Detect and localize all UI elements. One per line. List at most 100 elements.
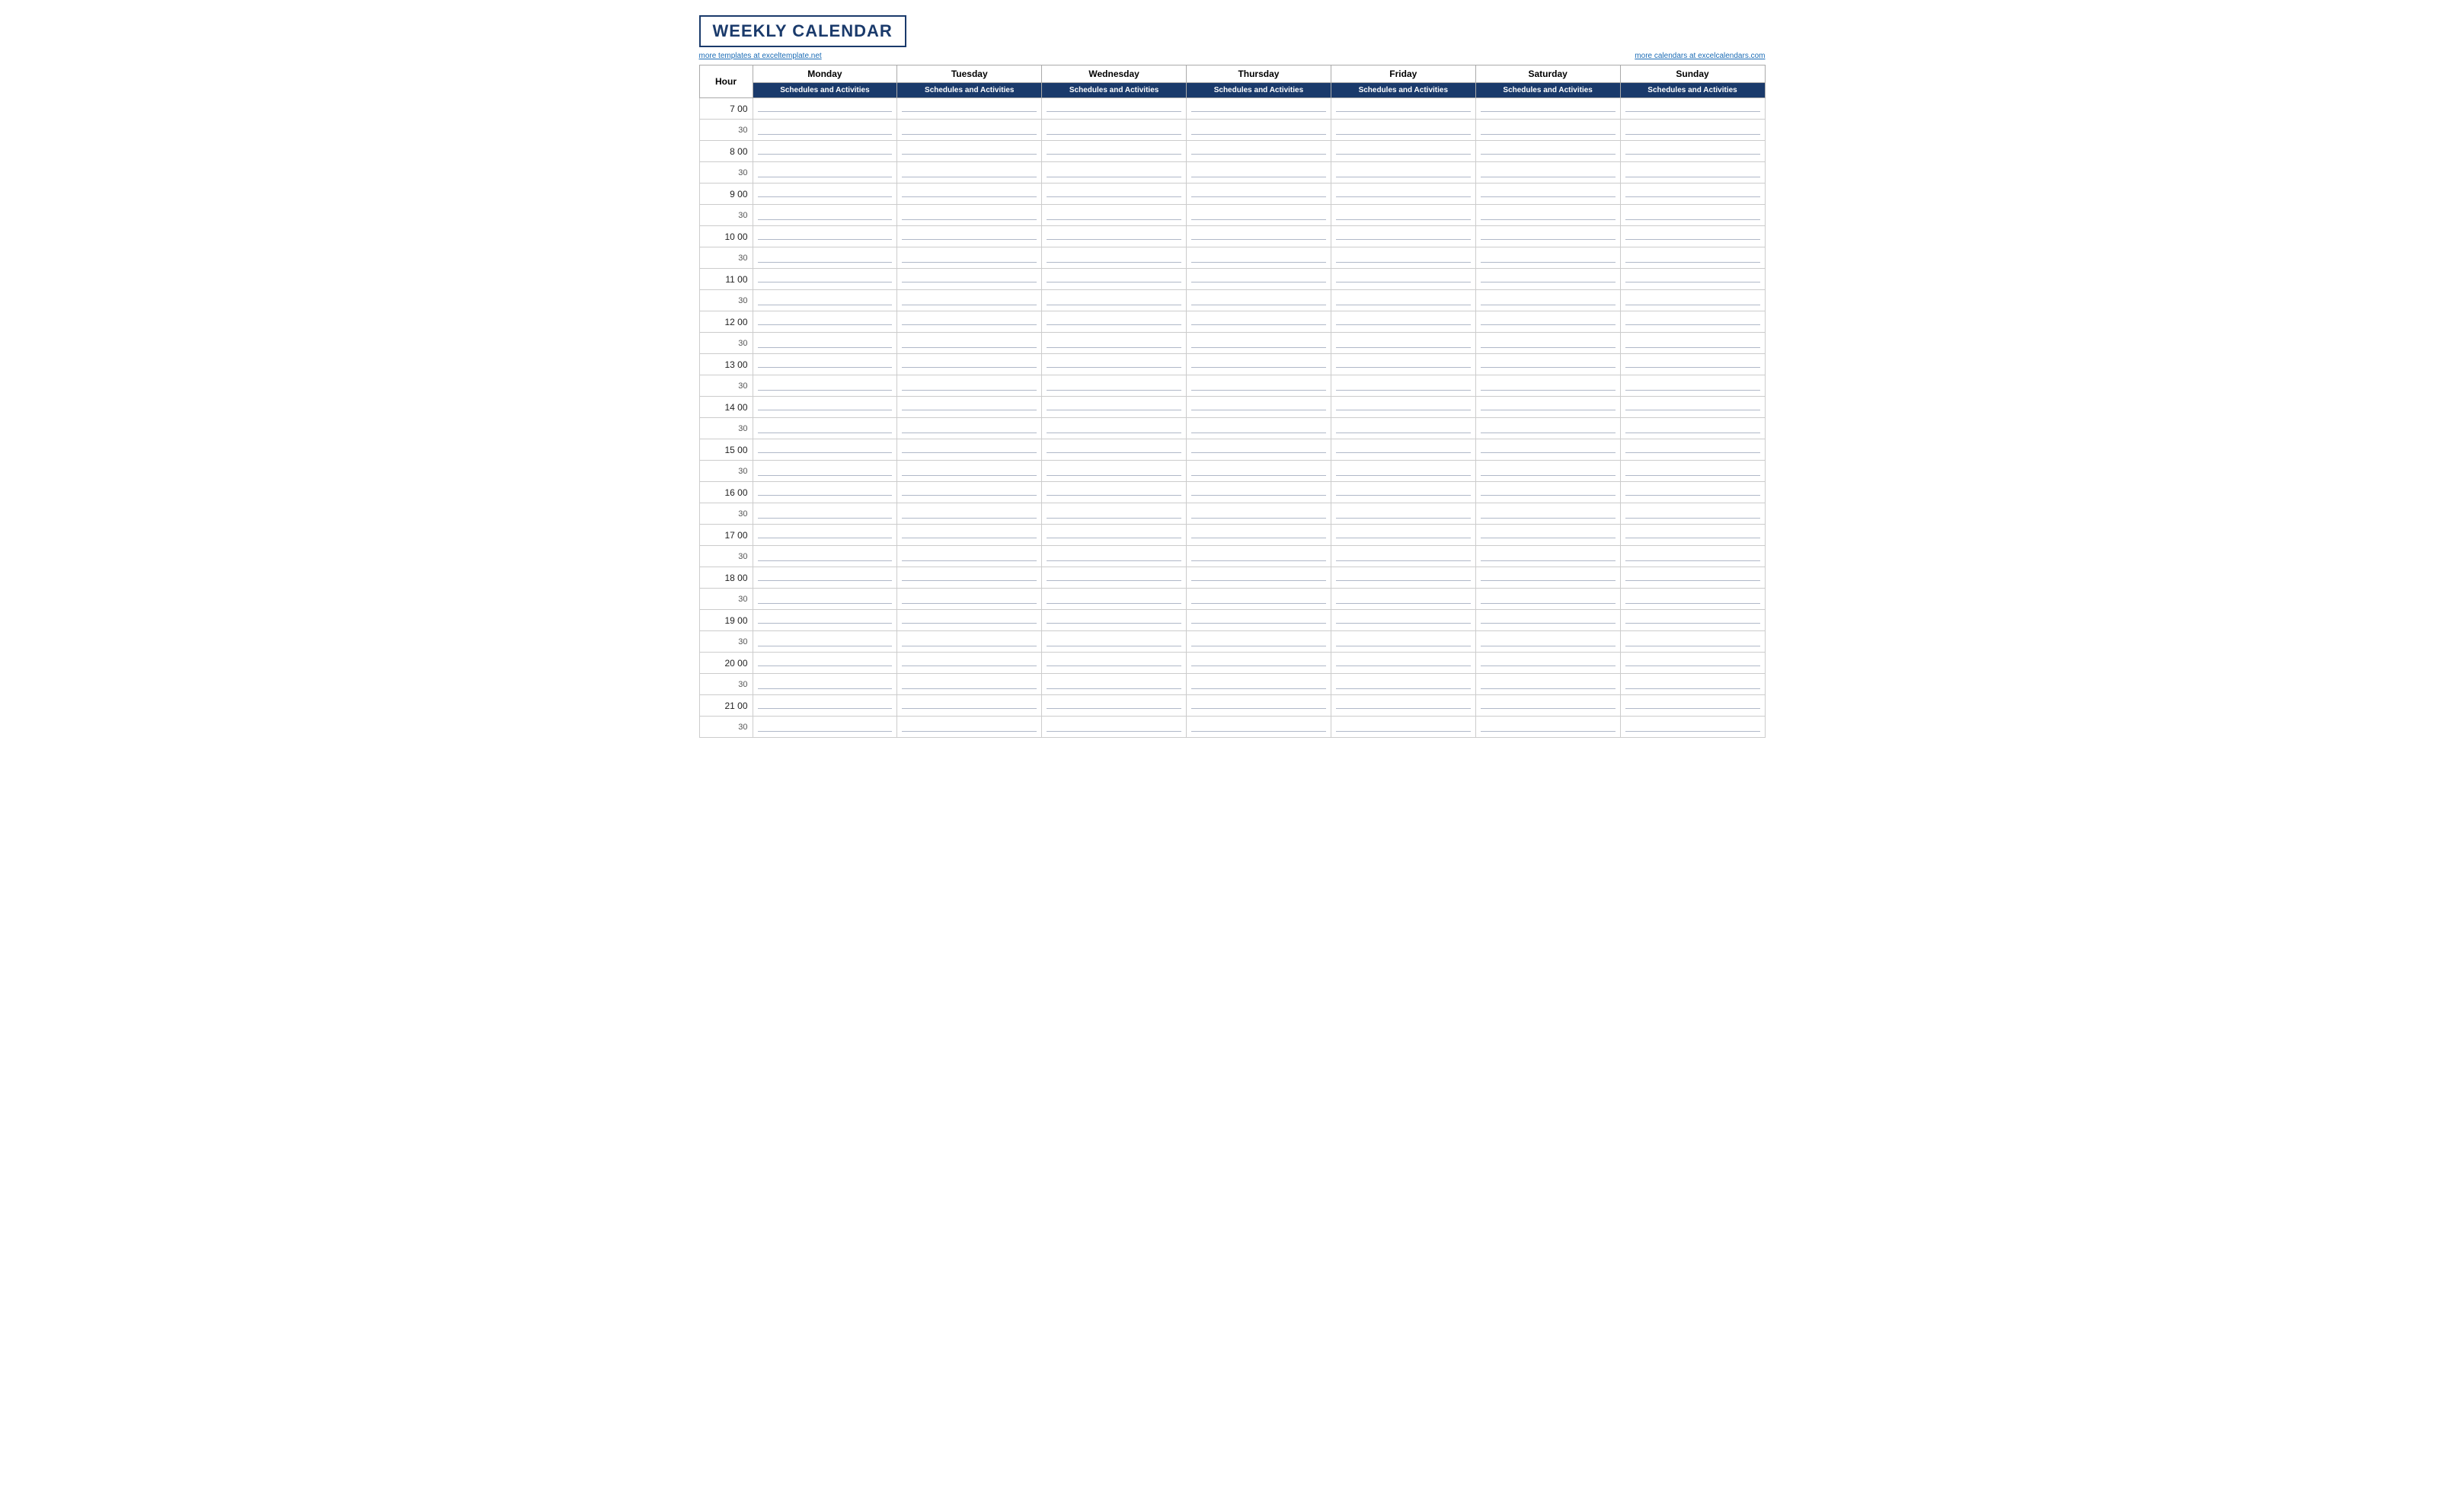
schedule-cell[interactable]	[1042, 354, 1187, 375]
schedule-cell-half[interactable]	[1187, 205, 1331, 226]
schedule-cell[interactable]	[1042, 311, 1187, 333]
schedule-cell-half[interactable]	[753, 205, 897, 226]
schedule-cell-half[interactable]	[897, 247, 1042, 269]
schedule-cell-half[interactable]	[1475, 418, 1620, 439]
link-left[interactable]: more templates at exceltemplate.net	[699, 52, 822, 60]
schedule-cell-half[interactable]	[1620, 205, 1765, 226]
schedule-cell-half[interactable]	[897, 589, 1042, 610]
schedule-cell[interactable]	[1042, 184, 1187, 205]
schedule-cell-half[interactable]	[753, 546, 897, 567]
schedule-cell-half[interactable]	[897, 162, 1042, 184]
schedule-cell-half[interactable]	[1042, 503, 1187, 525]
schedule-cell-half[interactable]	[1620, 461, 1765, 482]
schedule-cell[interactable]	[1331, 397, 1475, 418]
schedule-cell[interactable]	[897, 482, 1042, 503]
schedule-cell[interactable]	[1475, 482, 1620, 503]
schedule-cell[interactable]	[1187, 610, 1331, 631]
schedule-cell-half[interactable]	[753, 162, 897, 184]
schedule-cell-half[interactable]	[1475, 205, 1620, 226]
schedule-cell[interactable]	[1042, 439, 1187, 461]
schedule-cell[interactable]	[753, 311, 897, 333]
schedule-cell[interactable]	[1475, 695, 1620, 717]
schedule-cell-half[interactable]	[1187, 674, 1331, 695]
schedule-cell-half[interactable]	[1620, 375, 1765, 397]
schedule-cell[interactable]	[897, 653, 1042, 674]
schedule-cell[interactable]	[1620, 354, 1765, 375]
schedule-cell[interactable]	[1187, 98, 1331, 120]
schedule-cell-half[interactable]	[1042, 162, 1187, 184]
schedule-cell[interactable]	[1620, 567, 1765, 589]
schedule-cell-half[interactable]	[753, 333, 897, 354]
schedule-cell[interactable]	[1042, 141, 1187, 162]
schedule-cell-half[interactable]	[1042, 290, 1187, 311]
schedule-cell[interactable]	[1331, 226, 1475, 247]
schedule-cell-half[interactable]	[1475, 503, 1620, 525]
schedule-cell[interactable]	[1475, 98, 1620, 120]
schedule-cell-half[interactable]	[753, 717, 897, 738]
schedule-cell[interactable]	[753, 695, 897, 717]
schedule-cell[interactable]	[1042, 482, 1187, 503]
schedule-cell-half[interactable]	[1331, 333, 1475, 354]
schedule-cell-half[interactable]	[1042, 674, 1187, 695]
schedule-cell[interactable]	[753, 98, 897, 120]
schedule-cell[interactable]	[897, 226, 1042, 247]
schedule-cell[interactable]	[753, 184, 897, 205]
schedule-cell-half[interactable]	[897, 333, 1042, 354]
schedule-cell-half[interactable]	[1331, 674, 1475, 695]
schedule-cell[interactable]	[1620, 269, 1765, 290]
schedule-cell-half[interactable]	[897, 375, 1042, 397]
schedule-cell-half[interactable]	[1042, 461, 1187, 482]
schedule-cell[interactable]	[897, 269, 1042, 290]
schedule-cell[interactable]	[1331, 610, 1475, 631]
schedule-cell[interactable]	[1042, 567, 1187, 589]
schedule-cell[interactable]	[1187, 567, 1331, 589]
schedule-cell-half[interactable]	[897, 205, 1042, 226]
schedule-cell[interactable]	[1475, 311, 1620, 333]
schedule-cell[interactable]	[753, 269, 897, 290]
schedule-cell[interactable]	[1331, 98, 1475, 120]
schedule-cell-half[interactable]	[1187, 247, 1331, 269]
schedule-cell-half[interactable]	[1187, 589, 1331, 610]
schedule-cell[interactable]	[1620, 311, 1765, 333]
schedule-cell[interactable]	[1187, 695, 1331, 717]
schedule-cell[interactable]	[1187, 141, 1331, 162]
schedule-cell-half[interactable]	[1042, 247, 1187, 269]
schedule-cell[interactable]	[1475, 567, 1620, 589]
schedule-cell[interactable]	[1187, 439, 1331, 461]
schedule-cell[interactable]	[897, 98, 1042, 120]
schedule-cell[interactable]	[753, 397, 897, 418]
schedule-cell-half[interactable]	[1042, 546, 1187, 567]
schedule-cell-half[interactable]	[1620, 290, 1765, 311]
schedule-cell-half[interactable]	[1042, 717, 1187, 738]
schedule-cell[interactable]	[753, 567, 897, 589]
link-right[interactable]: more calendars at excelcalendars.com	[1635, 52, 1765, 60]
schedule-cell-half[interactable]	[1620, 631, 1765, 653]
schedule-cell[interactable]	[753, 653, 897, 674]
schedule-cell-half[interactable]	[1331, 503, 1475, 525]
schedule-cell-half[interactable]	[1187, 461, 1331, 482]
schedule-cell-half[interactable]	[1475, 162, 1620, 184]
schedule-cell[interactable]	[1331, 439, 1475, 461]
schedule-cell-half[interactable]	[1475, 461, 1620, 482]
schedule-cell[interactable]	[753, 482, 897, 503]
schedule-cell-half[interactable]	[1475, 546, 1620, 567]
schedule-cell-half[interactable]	[1331, 589, 1475, 610]
schedule-cell-half[interactable]	[1620, 674, 1765, 695]
schedule-cell-half[interactable]	[1620, 546, 1765, 567]
schedule-cell[interactable]	[1042, 653, 1187, 674]
schedule-cell[interactable]	[1620, 653, 1765, 674]
schedule-cell[interactable]	[1331, 184, 1475, 205]
schedule-cell[interactable]	[1620, 397, 1765, 418]
schedule-cell-half[interactable]	[1620, 120, 1765, 141]
schedule-cell[interactable]	[1475, 184, 1620, 205]
schedule-cell[interactable]	[1042, 525, 1187, 546]
schedule-cell-half[interactable]	[1187, 503, 1331, 525]
schedule-cell[interactable]	[1620, 141, 1765, 162]
schedule-cell[interactable]	[1042, 695, 1187, 717]
schedule-cell[interactable]	[1475, 269, 1620, 290]
schedule-cell[interactable]	[1620, 98, 1765, 120]
schedule-cell[interactable]	[897, 354, 1042, 375]
schedule-cell[interactable]	[1187, 482, 1331, 503]
schedule-cell-half[interactable]	[1187, 290, 1331, 311]
schedule-cell[interactable]	[897, 567, 1042, 589]
